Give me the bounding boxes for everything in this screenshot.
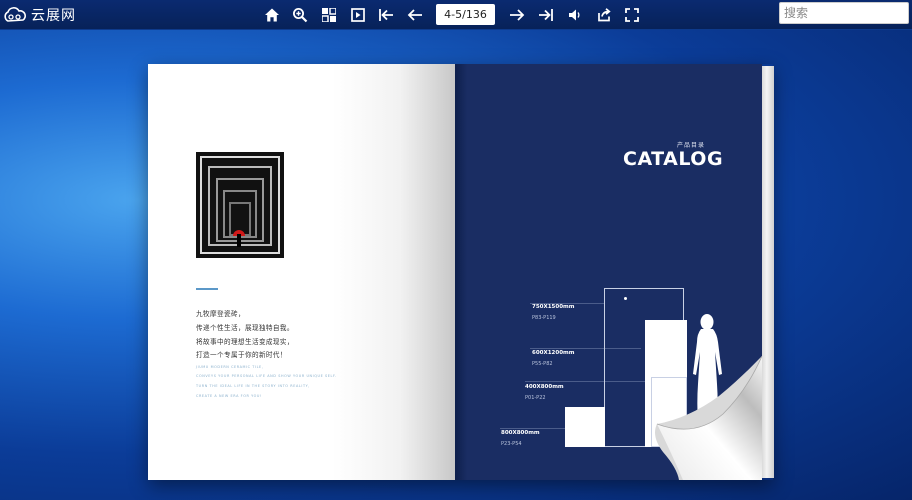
sound-button[interactable] [565, 5, 585, 25]
person-figure [237, 234, 241, 247]
toolbar: 云展网 4-5/136 [0, 0, 912, 30]
right-page[interactable]: 产品目录 CATALOG 750X1500mm P83-P119 600X120… [455, 64, 762, 480]
fullscreen-button[interactable] [622, 5, 642, 25]
share-button[interactable] [594, 5, 614, 25]
page-indicator-input[interactable]: 4-5/136 [436, 4, 495, 25]
intro-en-line: CONVEYS YOUR PERSONAL LIFE AND SHOW YOUR… [196, 374, 337, 378]
intro-en-line: JIUMU MODERN CERAMIC TILE, [196, 365, 264, 369]
spec-size: 600X1200mm [532, 350, 575, 356]
home-button[interactable] [262, 5, 282, 25]
left-page[interactable]: 九牧摩登瓷砖， 传递个性生活，展现独特自我。 将故事中的理想生活变成现实， 打造… [148, 64, 455, 480]
next-page-button[interactable] [507, 5, 527, 25]
zoom-in-button[interactable] [290, 5, 310, 25]
first-page-icon [379, 9, 393, 21]
spec-size: 400X800mm [525, 384, 564, 390]
intro-cn-line: 传递个性生活，展现独特自我。 [196, 324, 294, 332]
search-input[interactable] [779, 2, 909, 24]
thumbnails-icon [322, 8, 336, 22]
logo-text: 云展网 [31, 8, 76, 24]
marker-dot [624, 297, 627, 300]
single-page-icon [351, 8, 365, 22]
share-icon [598, 8, 611, 22]
accent-line [196, 288, 218, 290]
intro-en-line: TURN THE IDEAL LIFE IN THE STORY INTO RE… [196, 384, 310, 388]
thumbnails-button[interactable] [319, 5, 339, 25]
tile-block-800x800 [565, 407, 605, 447]
intro-cn-line: 将故事中的理想生活变成现实， [196, 338, 294, 346]
spec-pages: P01-P22 [525, 395, 546, 401]
catalog-title: CATALOG [623, 148, 724, 170]
intro-cn-line: 打造一个专属于你的新时代！ [196, 351, 287, 359]
prev-page-button[interactable] [405, 5, 425, 25]
logo[interactable]: 云展网 [2, 5, 76, 25]
last-page-button[interactable] [536, 5, 556, 25]
spec-pages: P83-P119 [532, 315, 556, 321]
cloud-logo-icon [4, 7, 26, 22]
intro-en-line: CREATE A NEW ERA FOR YOU! [196, 394, 262, 398]
zoom-in-icon [293, 8, 308, 23]
home-icon [265, 8, 279, 22]
first-page-button[interactable] [376, 5, 396, 25]
prev-page-icon [407, 9, 422, 21]
spec-size: 800X800mm [501, 430, 540, 436]
intro-cn-line: 九牧摩登瓷砖， [196, 310, 245, 318]
page-stack-edge [762, 66, 774, 478]
flipbook[interactable]: 九牧摩登瓷砖， 传递个性生活，展现独特自我。 将故事中的理想生活变成现实， 打造… [148, 64, 774, 480]
fullscreen-icon [625, 8, 639, 22]
next-page-icon [510, 9, 525, 21]
last-page-icon [539, 9, 553, 21]
spec-size: 750X1500mm [532, 304, 575, 310]
sound-icon [569, 9, 580, 21]
single-page-button[interactable] [348, 5, 368, 25]
spec-pages: P23-P54 [501, 441, 522, 447]
page-curl-corner[interactable] [649, 356, 762, 480]
spec-guide-line [500, 428, 565, 429]
spec-pages: P55-P82 [532, 361, 553, 367]
corridor-photo [196, 152, 284, 258]
